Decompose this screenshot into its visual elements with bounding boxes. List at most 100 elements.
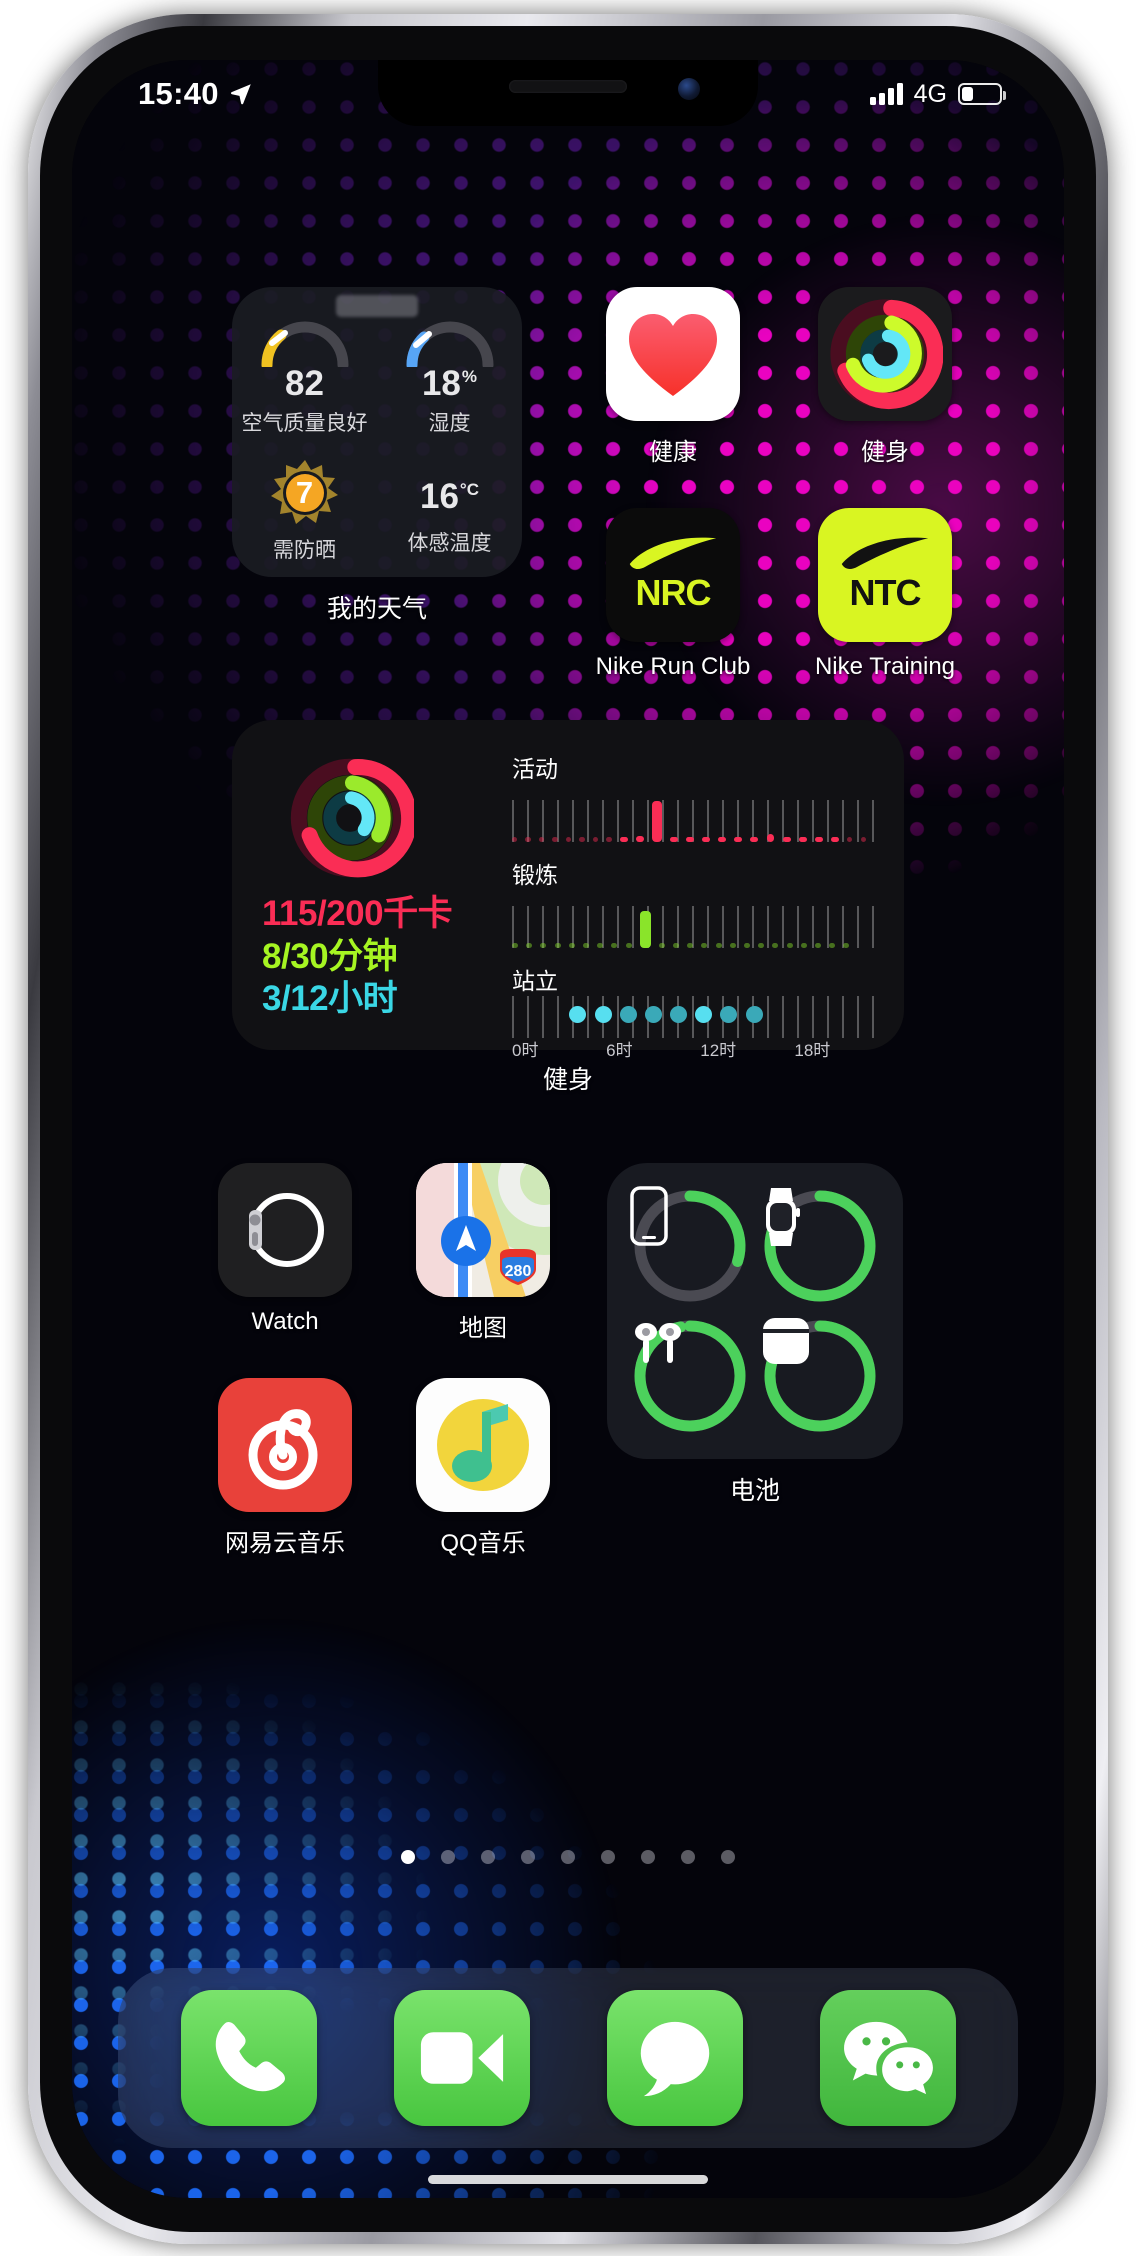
- nrc-abbr: NRC: [635, 572, 712, 613]
- battery-widget[interactable]: [607, 1163, 903, 1459]
- apple-watch-icon: [249, 1193, 324, 1267]
- chart-bar: [729, 943, 736, 948]
- page-dot[interactable]: [561, 1850, 575, 1864]
- page-dot[interactable]: [721, 1850, 735, 1864]
- page-dots[interactable]: [72, 1850, 1064, 1864]
- status-bar-right: 4G: [870, 79, 1006, 109]
- hour-label: 18时: [794, 1041, 831, 1060]
- activity-rings-icon: [290, 758, 418, 878]
- app-maps[interactable]: 280 地图: [416, 1163, 550, 1343]
- app-nike-run-club[interactable]: NRC Nike Run Club: [596, 508, 750, 681]
- fitness-widget[interactable]: 115/200千卡 8/30分钟 3/12小时 活动 锻炼 站立 0时 6时 1…: [232, 720, 904, 1060]
- chart-bar: [744, 943, 750, 948]
- nike-run-club-app-icon[interactable]: NRC: [606, 508, 740, 642]
- chart-bar: [512, 943, 518, 948]
- nike-training-app-icon[interactable]: NTC: [818, 508, 952, 642]
- phone-handset-icon: [215, 2022, 285, 2092]
- app-health[interactable]: 健康: [606, 287, 740, 467]
- app-netease-music[interactable]: 网易云音乐: [218, 1378, 352, 1558]
- battery-cap: [1002, 91, 1006, 100]
- maps-app-icon[interactable]: 280: [416, 1163, 550, 1297]
- uv-caption: 需防晒: [273, 538, 336, 562]
- netease-music-app-name: 网易云音乐: [225, 1530, 345, 1557]
- app-fitness[interactable]: 健身: [818, 287, 952, 467]
- move-chart-title: 活动: [512, 756, 558, 782]
- chart-bar: [579, 837, 585, 842]
- chart-bar: [538, 837, 545, 842]
- apple-watch-icon: [766, 1188, 800, 1246]
- fitness-stat-move: 115/200千卡: [262, 894, 453, 933]
- page-dot[interactable]: [401, 1850, 415, 1864]
- stand-dot-active: [619, 1006, 637, 1023]
- dock-item-facetime[interactable]: [393, 1990, 530, 2126]
- page-dot[interactable]: [521, 1850, 535, 1864]
- chart-bar: [800, 943, 807, 948]
- status-time: 15:40: [138, 76, 219, 111]
- uv-index-value: 7: [295, 474, 314, 510]
- page-dot[interactable]: [641, 1850, 655, 1864]
- stand-chart-hour-axis: 0时 6时 12时 18时: [512, 1036, 874, 1060]
- battery-device-airpods-case: [760, 1316, 880, 1436]
- chart-bar: [766, 833, 775, 842]
- app-nike-training[interactable]: NTC Nike Training: [815, 508, 955, 681]
- fitness-app-icon[interactable]: [818, 287, 952, 421]
- humidity-unit: %: [461, 366, 478, 386]
- chart-bar: [592, 837, 599, 842]
- qq-music-app-icon[interactable]: [416, 1378, 550, 1512]
- health-app-icon[interactable]: [606, 287, 740, 421]
- weather-widget-label: 我的天气: [326, 595, 427, 623]
- chart-bar: [639, 911, 651, 948]
- weather-cell-uv: 7 需防晒: [232, 444, 377, 577]
- netease-music-app-icon[interactable]: [218, 1378, 352, 1512]
- stand-chart-block: 站立 0时 6时 12时 18时: [512, 962, 874, 1060]
- wechat-bubbles-icon: [843, 2021, 933, 2095]
- nike-swoosh-icon: [629, 537, 717, 570]
- svg-text:280: 280: [505, 1263, 532, 1280]
- chart-bar: [525, 837, 531, 842]
- weather-widget[interactable]: 82 空气质量良好 18% 湿度 7 需防晒 16°C 体感温度: [232, 287, 522, 577]
- weather-widget-container[interactable]: 82 空气质量良好 18% 湿度 7 需防晒 16°C 体感温度 我的天气: [232, 287, 522, 625]
- fitness-stat-stand: 3/12小时: [262, 979, 398, 1019]
- chart-bar: [798, 837, 807, 842]
- weather-widget-title-blur: [336, 295, 418, 317]
- heart-icon: [629, 314, 717, 396]
- fitness-widget-container[interactable]: 115/200千卡 8/30分钟 3/12小时 活动 锻炼 站立 0时 6时 1…: [232, 720, 904, 1096]
- battery-icon: [958, 83, 1006, 105]
- page-dot[interactable]: [441, 1850, 455, 1864]
- chart-bar: [860, 837, 866, 842]
- phone-frame: 15:40 4G 82 空气质量良好 18% 湿度 7 需防晒 16°C 体感温…: [28, 14, 1108, 2244]
- chart-bar: [512, 837, 518, 842]
- watch-app-icon[interactable]: [218, 1163, 352, 1297]
- air-quality-value: 82: [285, 363, 324, 403]
- weather-cell-feels-like: 16°C 体感温度: [377, 444, 522, 577]
- page-dot[interactable]: [601, 1850, 615, 1864]
- dock-item-wechat[interactable]: [819, 1990, 956, 2126]
- stand-chart-title: 站立: [512, 968, 558, 994]
- hour-label: 0时: [512, 1041, 539, 1060]
- chart-bar: [554, 943, 561, 948]
- fitness-rings: [286, 754, 418, 887]
- dock-item-phone[interactable]: [180, 1990, 317, 2126]
- chart-bar: [565, 837, 572, 842]
- status-bar-left: 15:40: [138, 76, 254, 112]
- fitness-app-name: 健身: [861, 439, 909, 466]
- feels-like-value: 16°C: [419, 476, 479, 516]
- chart-bar: [568, 943, 575, 948]
- battery-widget-container[interactable]: 电池: [607, 1163, 903, 1507]
- page-dot[interactable]: [681, 1850, 695, 1864]
- home-indicator[interactable]: [428, 2175, 708, 2184]
- app-qq-music[interactable]: QQ音乐: [416, 1378, 550, 1558]
- hour-label: 12时: [700, 1041, 737, 1060]
- ntc-abbr: NTC: [849, 572, 922, 613]
- move-chart: [512, 790, 874, 842]
- app-watch[interactable]: Watch: [218, 1163, 352, 1336]
- stand-dot-active: [670, 1006, 688, 1023]
- page-dot[interactable]: [481, 1850, 495, 1864]
- dock: [118, 1968, 1018, 2148]
- hour-label: 6时: [606, 1041, 633, 1060]
- chart-bar: [619, 837, 628, 842]
- battery-fill: [962, 87, 974, 101]
- chart-bar: [782, 837, 791, 842]
- dock-item-messages[interactable]: [606, 1990, 743, 2126]
- network-type-label: 4G: [913, 79, 947, 108]
